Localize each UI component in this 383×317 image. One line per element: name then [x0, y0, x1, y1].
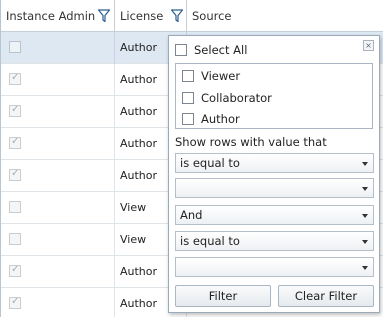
instance-admin-checkbox[interactable] — [9, 201, 21, 213]
clear-filter-button[interactable]: Clear Filter — [278, 285, 374, 307]
column-header-source[interactable]: Source — [187, 0, 383, 32]
instance-admin-checkbox[interactable]: ✓ — [9, 296, 21, 309]
filter-option-viewer[interactable]: Viewer — [182, 68, 240, 84]
checkbox-icon — [182, 113, 194, 125]
instance-admin-cell — [1, 192, 115, 224]
operator-select-2[interactable]: is equal to — [175, 231, 374, 251]
check-icon: ✓ — [11, 264, 20, 275]
checkbox-icon — [182, 92, 194, 104]
logic-select[interactable]: And — [175, 205, 374, 225]
chevron-down-icon — [362, 240, 368, 244]
filter-option-label: Author — [201, 112, 240, 126]
column-header-label: Instance Admin — [6, 9, 96, 23]
filter-value-list[interactable]: Viewer Collaborator Author — [175, 63, 373, 129]
instance-admin-cell: ✓ — [1, 128, 115, 160]
column-header-instance-admin[interactable]: Instance Admin — [1, 0, 115, 32]
checkbox-icon — [175, 44, 187, 56]
chevron-down-icon — [362, 266, 368, 270]
instance-admin-checkbox[interactable] — [9, 41, 21, 53]
instance-admin-cell: ✓ — [1, 160, 115, 192]
condition-label: Show rows with value that — [175, 135, 327, 149]
filter-option-collaborator[interactable]: Collaborator — [182, 90, 272, 106]
column-header-label: Source — [192, 9, 232, 23]
select-all-checkbox[interactable]: Select All — [175, 42, 247, 58]
operator-select-2-value: is equal to — [180, 234, 240, 248]
chevron-down-icon — [362, 162, 368, 166]
filter-option-label: Viewer — [201, 69, 241, 83]
instance-admin-checkbox[interactable]: ✓ — [9, 72, 21, 85]
check-icon: ✓ — [11, 168, 20, 179]
operator-select-1[interactable]: is equal to — [175, 153, 374, 173]
value-select-1[interactable] — [175, 178, 374, 198]
filter-icon[interactable] — [98, 9, 110, 23]
logic-select-value: And — [180, 208, 203, 222]
grid-header: Instance Admin License Source — [1, 0, 383, 32]
instance-admin-checkbox[interactable]: ✓ — [9, 104, 21, 117]
check-icon: ✓ — [11, 296, 20, 307]
instance-admin-checkbox[interactable] — [9, 233, 21, 245]
instance-admin-cell: ✓ — [1, 64, 115, 96]
instance-admin-checkbox[interactable]: ✓ — [9, 168, 21, 181]
instance-admin-checkbox[interactable]: ✓ — [9, 264, 21, 277]
select-all-label: Select All — [194, 43, 248, 57]
chevron-down-icon — [362, 214, 368, 218]
chevron-down-icon — [362, 187, 368, 191]
instance-admin-cell: ✓ — [1, 288, 115, 317]
check-icon: ✓ — [11, 104, 20, 115]
column-header-label: License — [120, 9, 164, 23]
instance-admin-cell: ✓ — [1, 256, 115, 288]
check-icon: ✓ — [11, 72, 20, 83]
filter-button[interactable]: Filter — [175, 285, 271, 307]
check-icon: ✓ — [11, 136, 20, 147]
value-select-2[interactable] — [175, 257, 374, 277]
filter-icon[interactable] — [171, 9, 183, 23]
instance-admin-checkbox[interactable]: ✓ — [9, 136, 21, 149]
filter-option-label: Collaborator — [201, 91, 272, 105]
close-icon[interactable]: × — [363, 40, 374, 51]
filter-popup: × Select All Viewer Collaborator Author … — [168, 35, 380, 313]
column-header-license[interactable]: License — [115, 0, 187, 32]
operator-select-1-value: is equal to — [180, 156, 240, 170]
instance-admin-cell — [1, 32, 115, 64]
instance-admin-cell — [1, 224, 115, 256]
instance-admin-cell: ✓ — [1, 96, 115, 128]
checkbox-icon — [182, 70, 194, 82]
filter-option-author[interactable]: Author — [182, 111, 240, 127]
